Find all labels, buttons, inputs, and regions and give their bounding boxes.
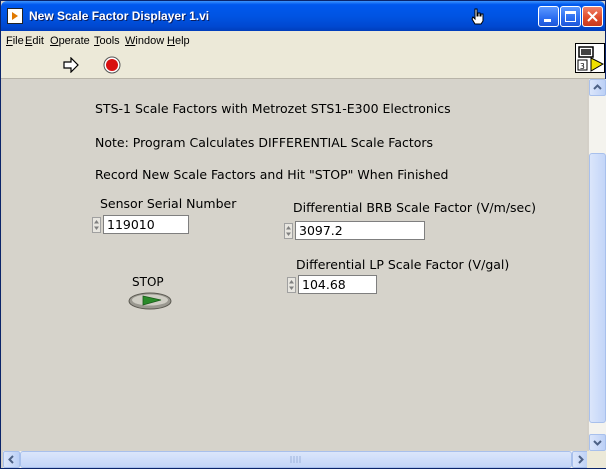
stop-button[interactable] [127,291,173,311]
toolbar [1,51,605,79]
heading-line-2: Note: Program Calculates DIFFERENTIAL Sc… [95,135,434,150]
chevron-down-icon [593,440,602,446]
serial-number-control[interactable]: 119010 [92,215,192,234]
run-arrow-icon[interactable] [62,56,80,74]
heading-line-1: STS-1 Scale Factors with Metrozet STS1-E… [95,101,451,116]
app-window: New Scale Factor Displayer 1.vi File Edi… [0,0,606,469]
scroll-down-button[interactable] [589,434,606,451]
menu-edit[interactable]: Edit [25,35,44,47]
brb-scale-factor-label: Differential BRB Scale Factor (V/m/sec) [293,200,536,215]
abort-execution-icon[interactable] [103,56,121,74]
increment-decrement-icon[interactable] [92,217,101,233]
menu-window[interactable]: Window [125,35,164,47]
menu-operate[interactable]: Operate [50,35,90,47]
heading-line-3: Record New Scale Factors and Hit "STOP" … [95,167,449,182]
scroll-left-button[interactable] [3,451,20,468]
brb-scale-factor-field[interactable]: 3097.2 [295,221,425,240]
chevron-right-icon [578,455,584,464]
svg-text:3: 3 [580,62,585,71]
chevron-up-icon [593,84,602,90]
maximize-button[interactable] [560,6,581,27]
labview-vi-icon [7,8,23,24]
increment-decrement-icon[interactable] [284,223,293,239]
lp-scale-factor-field[interactable]: 104.68 [298,275,377,294]
menu-file[interactable]: File [6,35,24,47]
menu-help[interactable]: Help [167,35,190,47]
horizontal-scrollbar[interactable] [3,451,589,468]
front-panel: STS-1 Scale Factors with Metrozet STS1-E… [3,79,587,451]
serial-number-label: Sensor Serial Number [100,196,237,211]
menu-tools[interactable]: Tools [94,35,120,47]
scroll-up-button[interactable] [589,79,606,96]
resize-grip[interactable] [587,451,606,468]
stop-label: STOP [132,275,164,289]
increment-decrement-icon[interactable] [287,277,296,293]
window-title: New Scale Factor Displayer 1.vi [29,9,210,23]
vertical-scroll-thumb[interactable] [589,153,606,423]
hand-cursor-icon [471,8,485,30]
lp-scale-factor-label: Differential LP Scale Factor (V/gal) [296,257,510,272]
vi-connector-icon[interactable]: 3 [575,43,605,73]
lp-scale-factor-control[interactable]: 104.68 [287,275,378,294]
close-button[interactable] [582,6,603,27]
menu-bar: File Edit Operate Tools Window Help [1,31,605,51]
horizontal-scroll-thumb[interactable] [20,451,572,468]
serial-number-field[interactable]: 119010 [103,215,189,234]
chevron-left-icon [8,455,14,464]
minimize-button[interactable] [538,6,559,27]
brb-scale-factor-control[interactable]: 3097.2 [284,221,427,240]
title-bar[interactable]: New Scale Factor Displayer 1.vi [1,1,605,31]
vertical-scrollbar[interactable] [589,79,606,451]
